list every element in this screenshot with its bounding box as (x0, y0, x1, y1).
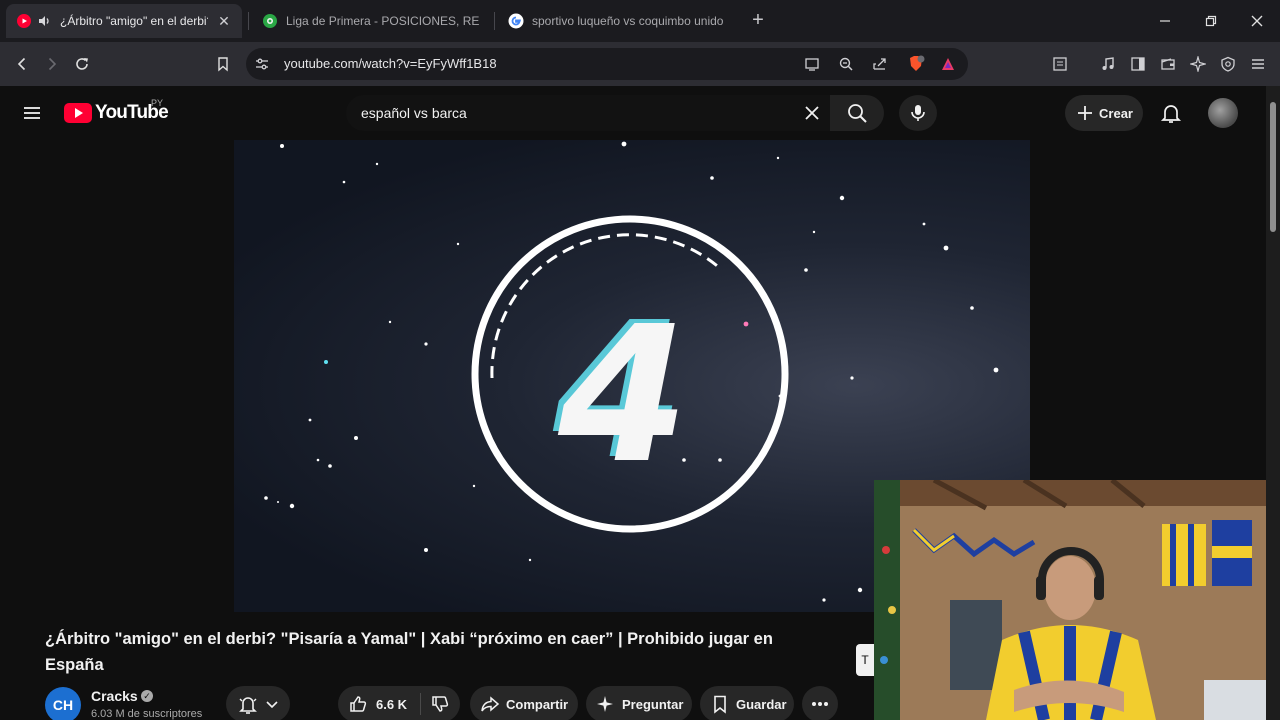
voice-search-button[interactable] (899, 95, 937, 131)
speaker-icon[interactable] (36, 13, 52, 29)
thumbs-down-icon (432, 696, 449, 712)
tab-google-search[interactable]: sportivo luqueño vs coquimbo unido (498, 4, 738, 38)
minimize-icon[interactable] (1152, 8, 1178, 34)
zoom-icon[interactable] (838, 56, 854, 77)
tab-title: sportivo luqueño vs coquimbo unido (532, 14, 724, 28)
share-page-icon[interactable] (872, 56, 888, 77)
dislike-button[interactable] (421, 694, 459, 714)
channel-avatar[interactable]: CH (45, 687, 81, 720)
wallet-icon[interactable] (1156, 52, 1180, 76)
tab-divider (494, 12, 495, 30)
search-input[interactable]: español vs barca (346, 95, 830, 131)
cast-icon[interactable] (804, 56, 820, 77)
vpn-icon[interactable] (1216, 52, 1240, 76)
close-window-icon[interactable] (1244, 8, 1270, 34)
chevron-down-icon (265, 697, 279, 711)
brave-shields-icon[interactable] (906, 54, 926, 79)
ask-button[interactable]: Preguntar (586, 686, 692, 720)
tab-title: ¿Árbitro "amigo" en el derbi? (60, 14, 208, 28)
microphone-icon (911, 105, 925, 121)
browser-toolbar: youtube.com/watch?v=EyFyWff1B18 (0, 42, 1280, 86)
reload-icon[interactable] (70, 52, 94, 76)
tab-title: Liga de Primera - POSICIONES, RESU (286, 14, 480, 28)
share-label: Compartir (506, 696, 569, 712)
soccer-ball-icon (262, 13, 278, 29)
countdown-number: 4 (557, 286, 689, 505)
create-label: Crear (1099, 105, 1133, 121)
reading-mode-icon[interactable] (1048, 52, 1072, 76)
tab-liga-de-primera[interactable]: Liga de Primera - POSICIONES, RESU (252, 4, 490, 38)
youtube-icon (16, 13, 32, 29)
page-scrollbar[interactable] (1266, 86, 1280, 720)
like-dislike-group: 6.6 K (338, 686, 460, 720)
notifications-subscribe-button[interactable] (226, 686, 290, 720)
tab-divider (248, 12, 249, 30)
address-text: youtube.com/watch?v=EyFyWff1B18 (284, 56, 497, 71)
search-icon (848, 104, 867, 123)
more-horizontal-icon (811, 701, 829, 707)
tab-youtube-video[interactable]: ¿Árbitro "amigo" en el derbi? ✕ (6, 4, 242, 38)
share-arrow-icon (480, 694, 500, 714)
save-bookmark-icon (710, 694, 730, 714)
youtube-play-logo-icon (64, 103, 92, 123)
forward-icon[interactable] (40, 52, 64, 76)
sidebar-icon[interactable] (1126, 52, 1150, 76)
guide-menu-icon[interactable] (22, 103, 42, 123)
subscriber-count: 6.03 M de suscriptores (91, 708, 203, 720)
site-settings-icon[interactable] (254, 56, 270, 72)
youtube-page: YouTube PY español vs barca Crear 4 4 T … (0, 86, 1266, 720)
leo-ai-icon[interactable] (1186, 52, 1210, 76)
video-title: ¿Árbitro "amigo" en el derbi? "Pisaría a… (45, 630, 773, 674)
save-button[interactable]: Guardar (700, 686, 794, 720)
youtube-masthead: YouTube PY español vs barca Crear (0, 86, 1266, 140)
plus-icon (1078, 106, 1093, 120)
search-query: español vs barca (361, 105, 467, 121)
browser-tab-strip: ¿Árbitro "amigo" en el derbi? ✕ Liga de … (0, 0, 1280, 42)
address-bar[interactable]: youtube.com/watch?v=EyFyWff1B18 (246, 48, 968, 80)
restore-icon[interactable] (1198, 8, 1224, 34)
side-panel-tab[interactable]: T (856, 644, 874, 676)
create-button[interactable]: Crear (1065, 95, 1143, 131)
media-music-icon[interactable] (1096, 52, 1120, 76)
search-button[interactable] (830, 95, 884, 131)
browser-menu-icon[interactable] (1246, 52, 1270, 76)
notifications-bell-icon[interactable] (1160, 102, 1182, 124)
more-actions-button[interactable] (802, 686, 838, 720)
like-count: 6.6 K (376, 696, 408, 712)
save-label: Guardar (736, 696, 787, 712)
sparkle-icon (596, 695, 614, 713)
clear-search-icon[interactable] (802, 103, 822, 123)
webcam-overlay (874, 480, 1266, 720)
back-icon[interactable] (10, 52, 34, 76)
bookmark-icon[interactable] (211, 52, 235, 76)
like-button[interactable]: 6.6 K (338, 694, 420, 714)
close-tab-icon[interactable]: ✕ (216, 13, 232, 29)
bell-ringing-icon (237, 693, 259, 715)
channel-name[interactable]: Cracks (91, 688, 138, 704)
thumbs-up-icon (348, 694, 368, 714)
ask-label: Preguntar (622, 696, 684, 712)
account-avatar[interactable] (1208, 98, 1238, 128)
webcam-image (874, 480, 1266, 720)
google-icon (508, 13, 524, 29)
country-code: PY (151, 98, 164, 108)
brave-rewards-icon[interactable] (940, 56, 956, 77)
scrollbar-thumb[interactable] (1270, 102, 1276, 232)
verified-badge-icon: ✓ (141, 690, 153, 702)
new-tab-icon[interactable]: + (748, 10, 768, 30)
share-button[interactable]: Compartir (470, 686, 578, 720)
